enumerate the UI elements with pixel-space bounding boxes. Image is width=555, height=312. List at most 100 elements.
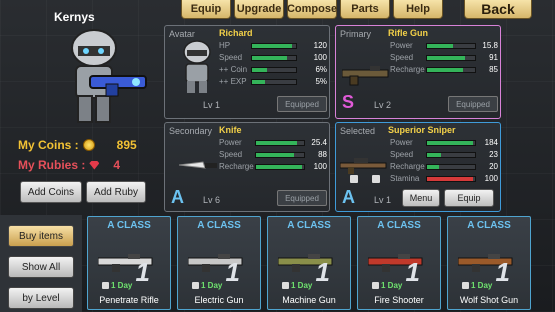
stat-value: 91: [489, 53, 498, 62]
stat-bar-fill: [427, 44, 454, 48]
selected-name: Superior Sniper: [388, 125, 456, 135]
shop-item-card[interactable]: A CLASS 1 1 Day Wolf Shot Gun: [447, 216, 531, 310]
stat-label: Speed: [390, 150, 414, 159]
shop-item-card[interactable]: A CLASS 1 1 Day Penetrate Rifle: [87, 216, 171, 310]
stat-bar: [426, 140, 476, 146]
back-button[interactable]: Back: [464, 0, 532, 19]
compose-tab-button[interactable]: Compose: [287, 0, 337, 19]
card-class-label: A CLASS: [467, 220, 511, 231]
stat-value: 100: [313, 162, 327, 171]
buy-items-button[interactable]: Buy items: [8, 225, 74, 247]
stat-label: ++ Coin: [219, 65, 248, 74]
knife-icon: [179, 161, 217, 169]
player-character-icon: [71, 29, 147, 123]
lock-icon: [372, 175, 380, 183]
stat-label: Speed: [219, 53, 243, 62]
stat-bar: [255, 152, 305, 158]
filter-sidebar: Buy items Show All by Level: [0, 215, 82, 312]
help-tab-button[interactable]: Help: [393, 0, 443, 19]
avatar-icon: [183, 40, 211, 93]
card-weapon-name: Wolf Shot Gun: [459, 295, 519, 305]
stat-label: Speed: [390, 53, 414, 62]
stat-bar: [426, 67, 476, 73]
card-weapon-name: Machine Gun: [282, 295, 336, 305]
coins-label: My Coins :: [18, 138, 79, 152]
stat-bar: [251, 79, 297, 85]
stat-bar-fill: [427, 141, 473, 145]
avatar-level: Lv 1: [203, 100, 221, 110]
add-coins-button[interactable]: Add Coins: [20, 181, 82, 203]
parts-tab-button[interactable]: Parts: [340, 0, 390, 19]
card-weapon-name: Electric Gun: [194, 295, 244, 305]
ruby-icon: [89, 160, 100, 170]
show-all-button[interactable]: Show All: [8, 256, 74, 278]
stat-value: 88: [318, 150, 327, 159]
stat-bar: [426, 55, 476, 61]
stat-label: Power: [390, 41, 413, 50]
avatar-panel: Avatar Richard HP 120 Speed 100 ++ Coin 6% ++ …: [164, 25, 330, 119]
shop-item-card[interactable]: A CLASS 1 1 Day Machine Gun: [267, 216, 351, 310]
card-duration: 1 Day: [462, 281, 492, 290]
stat-bar-fill: [252, 56, 288, 60]
stat-bar: [251, 43, 297, 49]
primary-equipped-badge: Equipped: [448, 96, 498, 112]
rubies-label: My Rubies :: [18, 158, 86, 172]
secondary-level: Lv 6: [203, 195, 221, 205]
card-count: 1: [225, 257, 240, 287]
by-level-button[interactable]: by Level: [8, 287, 74, 309]
stat-bar: [426, 152, 476, 158]
selected-tag: Selected: [340, 126, 376, 136]
menu-button[interactable]: Menu: [402, 189, 440, 207]
card-weapon-name: Fire Shooter: [374, 295, 424, 305]
stat-value: 6%: [315, 65, 327, 74]
stat-label: Stamina: [390, 174, 420, 183]
stat-label: Recharge: [219, 162, 254, 171]
coins-display: My Coins : 895: [18, 138, 137, 152]
secondary-name: Knife: [219, 125, 242, 135]
stat-bar: [251, 67, 297, 73]
secondary-panel[interactable]: Secondary Knife Power 25.4 Speed 88 Recharge…: [164, 122, 330, 212]
lock-icon: [350, 175, 358, 183]
selected-level: Lv 1: [374, 195, 392, 205]
stat-bar-fill: [252, 44, 292, 48]
rubies-value: 4: [113, 158, 121, 172]
primary-level: Lv 2: [374, 100, 392, 110]
stat-bar-fill: [256, 141, 297, 145]
stat-bar: [426, 176, 476, 182]
stat-bar: [255, 164, 305, 170]
stat-value: 25.4: [311, 138, 327, 147]
card-count: 1: [315, 257, 330, 287]
avatar-equipped-badge: Equipped: [277, 96, 327, 112]
primary-tag: Primary: [340, 29, 371, 39]
selected-panel: Selected Superior Sniper Power 184 Speed 23…: [335, 122, 501, 212]
shop-item-card[interactable]: A CLASS 1 1 Day Electric Gun: [177, 216, 261, 310]
stat-bar-fill: [427, 153, 442, 157]
upgrade-tab-button[interactable]: Upgrade: [234, 0, 284, 19]
stat-label: HP: [219, 41, 231, 50]
add-ruby-button[interactable]: Add Ruby: [86, 181, 146, 203]
stat-label: Power: [219, 138, 242, 147]
stat-label: Recharge: [390, 162, 425, 171]
equip-button[interactable]: Equip: [444, 189, 494, 207]
card-class-label: A CLASS: [107, 220, 151, 231]
stat-label: Speed: [219, 150, 243, 159]
player-name: Kernys: [54, 10, 95, 24]
stat-value: 23: [489, 150, 498, 159]
primary-panel[interactable]: Primary Rifle Gun Power 15.8 Speed 91 Rechar…: [335, 25, 501, 119]
stat-label: Recharge: [390, 65, 425, 74]
stat-bar-fill: [256, 153, 295, 157]
card-duration: 1 Day: [192, 281, 222, 290]
stat-value: 184: [484, 138, 498, 147]
stat-value: 100: [313, 53, 327, 62]
shop-item-card[interactable]: A CLASS 1 1 Day Fire Shooter: [357, 216, 441, 310]
superior-sniper-icon: [340, 158, 387, 174]
selected-class-letter: A: [342, 187, 355, 207]
stat-bar-fill: [427, 56, 466, 60]
stat-value: 120: [313, 41, 327, 50]
coin-icon: [82, 139, 95, 151]
equip-tab-button[interactable]: Equip: [181, 0, 231, 19]
stat-label: Power: [390, 138, 413, 147]
card-class-label: A CLASS: [377, 220, 421, 231]
stat-bar-fill: [252, 68, 268, 72]
stat-value: 85: [489, 65, 498, 74]
